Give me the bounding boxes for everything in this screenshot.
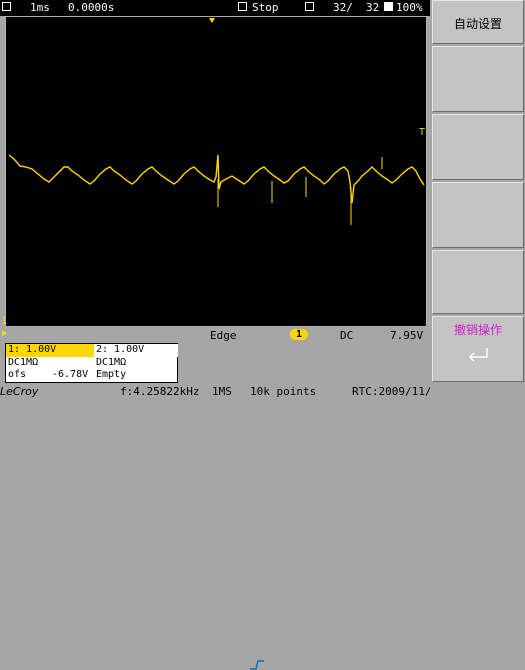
trigger-coupling: DC (340, 329, 354, 342)
enter-icon (468, 348, 488, 362)
ch1-ground-marker[interactable]: 1 (1, 316, 7, 327)
rising-edge-icon (250, 660, 264, 670)
zoom-level: 100% (396, 1, 423, 14)
sweep-count: 32/ (333, 1, 353, 14)
trigger-source-badge: 1 (290, 329, 308, 340)
run-state-label: Stop (252, 1, 279, 14)
softkey-4[interactable] (432, 182, 524, 248)
brand-logo: LeCroy (0, 385, 39, 398)
ch1-header: 1: 1.00V (8, 344, 57, 355)
trigger-level-marker[interactable]: T (419, 127, 425, 138)
timebase-readout: 1ms (30, 1, 50, 14)
softkey-panel: 自动设置 撤销操作 (430, 0, 525, 400)
ch1-offset-label: ofs (8, 369, 27, 380)
ch2-header: 2: 1.00V (96, 344, 145, 355)
ch2-coupling: DC1MΩ (96, 357, 127, 368)
trigger-position-marker[interactable] (209, 18, 215, 23)
frequency-readout: f:4.25822kHz (120, 385, 200, 398)
waveform-graticule (8, 154, 425, 225)
softkey-2[interactable] (432, 46, 524, 112)
ch2-state: Empty (96, 369, 127, 380)
trigger-delay-readout: 0.0000s (68, 1, 115, 14)
auto-setup-button[interactable]: 自动设置 (432, 0, 524, 44)
softkey-5[interactable] (432, 250, 524, 314)
trigger-level: 7.95V (390, 329, 424, 342)
status-bar: 1ms 0.0000s Stop 32/ 32 100% (0, 0, 430, 16)
sweep-total: 32 (366, 1, 380, 14)
channel-info-panel[interactable]: 1: 1.00V 2: 1.00V DC1MΩ DC1MΩ ofs -6.78V… (5, 343, 178, 383)
waveform-display[interactable] (5, 16, 427, 327)
ch1-offset-value: -6.78V (52, 369, 89, 380)
bottom-status-bar: LeCroy f:4.25822kHz 1MS 10k points RTC:2… (0, 384, 504, 400)
undo-button[interactable]: 撤销操作 (432, 316, 524, 382)
record-length-readout: 10k points (250, 385, 317, 398)
sample-rate-readout: 1MS (212, 385, 232, 398)
softkey-3[interactable] (432, 114, 524, 180)
ch1-trace (8, 154, 425, 204)
trigger-info-row: Edge 1 DC 7.95V (0, 329, 430, 670)
ch1-coupling: DC1MΩ (8, 357, 39, 368)
trigger-type: Edge (210, 329, 237, 342)
